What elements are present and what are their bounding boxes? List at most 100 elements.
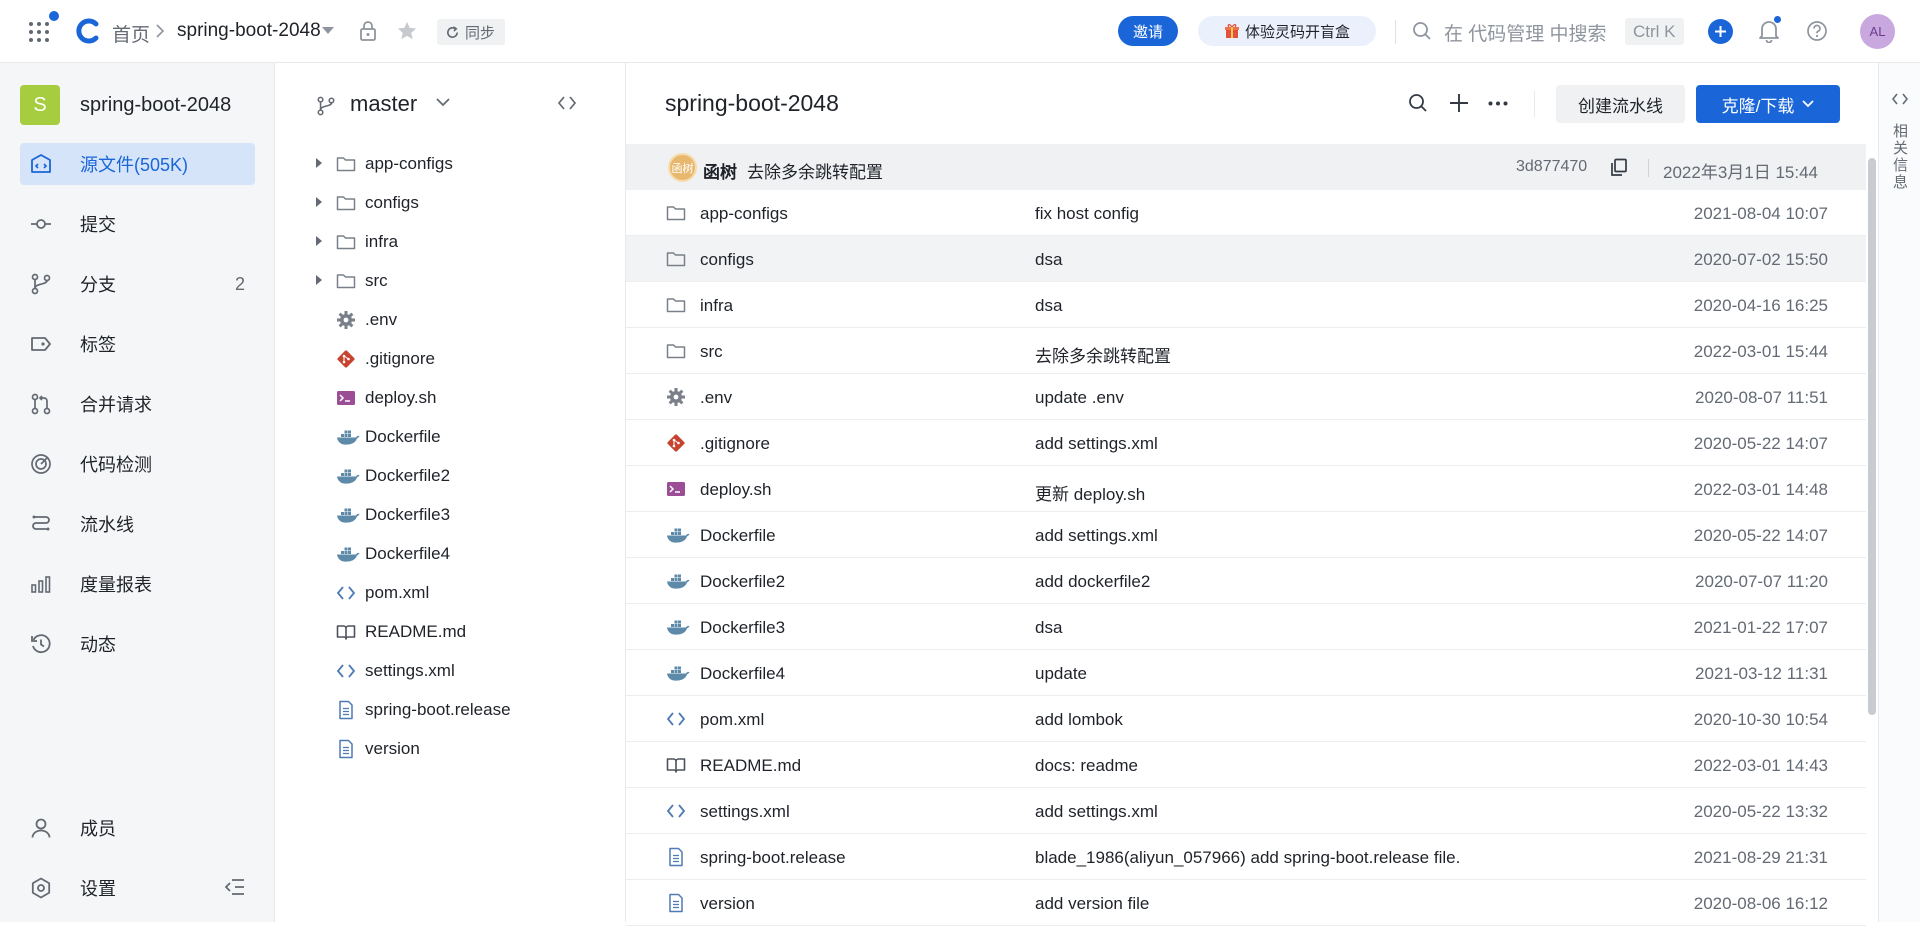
tree-item[interactable]: version [276, 729, 625, 768]
breadcrumb-repo[interactable]: spring-boot-2048 [177, 20, 321, 42]
file-commit-message[interactable]: add settings.xml [1035, 802, 1158, 822]
tree-item[interactable]: configs [276, 183, 625, 222]
file-search-icon[interactable] [1408, 93, 1428, 113]
invite-button[interactable]: 邀请 [1118, 16, 1178, 46]
tree-item[interactable]: settings.xml [276, 651, 625, 690]
scrollbar-thumb[interactable] [1868, 158, 1876, 715]
collapse-sidebar-icon[interactable] [225, 878, 245, 896]
apps-grid-icon[interactable] [28, 21, 50, 43]
code-brackets-icon[interactable] [1892, 93, 1908, 105]
tree-item[interactable]: .env [276, 300, 625, 339]
sidebar-item-source-files[interactable]: 源文件(505K) [20, 143, 255, 185]
tree-item[interactable]: src [276, 261, 625, 300]
help-icon[interactable] [1806, 20, 1828, 42]
file-commit-message[interactable]: dsa [1035, 618, 1062, 638]
breadcrumb-home[interactable]: 首页 [112, 20, 150, 47]
table-row[interactable]: src 去除多余跳转配置 2022-03-01 15:44 [626, 328, 1866, 374]
tree-item[interactable]: Dockerfile4 [276, 534, 625, 573]
tree-item[interactable]: pom.xml [276, 573, 625, 612]
sidebar-item-commits[interactable]: 提交 [20, 203, 255, 245]
file-name[interactable]: version [700, 894, 755, 914]
sidebar-item-code-scan[interactable]: 代码检测 [20, 443, 255, 485]
branch-selector[interactable]: master [350, 91, 417, 117]
table-row[interactable]: Dockerfile3 dsa 2021-01-22 17:07 [626, 604, 1866, 650]
file-commit-message[interactable]: add lombok [1035, 710, 1123, 730]
file-commit-message[interactable]: update .env [1035, 388, 1124, 408]
file-commit-message[interactable]: 去除多余跳转配置 [1035, 342, 1171, 367]
promo-button[interactable]: 体验灵码开盲盒 [1198, 16, 1376, 46]
sync-button[interactable]: 同步 [437, 19, 506, 45]
commit-message[interactable]: 去除多余跳转配置 [747, 158, 883, 183]
tree-item[interactable]: app-configs [276, 144, 625, 183]
tree-item[interactable]: deploy.sh [276, 378, 625, 417]
file-commit-message[interactable]: add settings.xml [1035, 434, 1158, 454]
file-name[interactable]: spring-boot.release [700, 848, 846, 868]
file-name[interactable]: pom.xml [700, 710, 764, 730]
sidebar-item-settings[interactable]: 设置 [20, 867, 255, 909]
table-row[interactable]: Dockerfile4 update 2021-03-12 11:31 [626, 650, 1866, 696]
table-row[interactable]: app-configs fix host config 2021-08-04 10:… [626, 190, 1866, 236]
file-name[interactable]: Dockerfile4 [700, 664, 785, 684]
file-commit-message[interactable]: 更新 deploy.sh [1035, 480, 1145, 505]
table-row[interactable]: .env update .env 2020-08-07 11:51 [626, 374, 1866, 420]
sidebar-item-members[interactable]: 成员 [20, 807, 255, 849]
file-name[interactable]: app-configs [700, 204, 788, 224]
clone-download-button[interactable]: 克隆/下载 [1696, 85, 1840, 123]
sidebar-item-pipeline[interactable]: 流水线 [20, 503, 255, 545]
expand-arrow-icon[interactable] [316, 197, 322, 207]
chevron-down-icon[interactable] [436, 98, 450, 107]
table-row[interactable]: infra dsa 2020-04-16 16:25 [626, 282, 1866, 328]
table-row[interactable]: pom.xml add lombok 2020-10-30 10:54 [626, 696, 1866, 742]
file-name[interactable]: src [700, 342, 723, 362]
tree-item[interactable]: README.md [276, 612, 625, 651]
file-commit-message[interactable]: dsa [1035, 250, 1062, 270]
sidebar-item-tags[interactable]: 标签 [20, 323, 255, 365]
table-row[interactable]: spring-boot.release blade_1986(aliyun_057… [626, 834, 1866, 880]
sidebar-item-metrics[interactable]: 度量报表 [20, 563, 255, 605]
file-name[interactable]: .env [700, 388, 732, 408]
star-icon[interactable] [396, 20, 418, 42]
tree-item[interactable]: spring-boot.release [276, 690, 625, 729]
sidebar-item-merge-requests[interactable]: 合并请求 [20, 383, 255, 425]
tree-item[interactable]: Dockerfile3 [276, 495, 625, 534]
sidebar-item-activity[interactable]: 动态 [20, 623, 255, 665]
tree-item[interactable]: infra [276, 222, 625, 261]
file-name[interactable]: Dockerfile2 [700, 572, 785, 592]
create-pipeline-button[interactable]: 创建流水线 [1556, 85, 1685, 123]
table-row[interactable]: Dockerfile add settings.xml 2020-05-22 14:… [626, 512, 1866, 558]
file-commit-message[interactable]: add settings.xml [1035, 526, 1158, 546]
add-file-icon[interactable] [1448, 92, 1470, 114]
codeup-logo-icon[interactable] [76, 18, 102, 44]
lock-icon[interactable] [358, 20, 378, 42]
tree-item[interactable]: Dockerfile [276, 417, 625, 456]
copy-icon[interactable] [1610, 158, 1628, 177]
expand-arrow-icon[interactable] [316, 158, 322, 168]
table-row[interactable]: version add version file 2020-08-06 16:12 [626, 880, 1866, 926]
tree-item[interactable]: Dockerfile2 [276, 456, 625, 495]
create-plus-icon[interactable] [1708, 19, 1733, 44]
table-row[interactable]: deploy.sh 更新 deploy.sh 2022-03-01 14:48 [626, 466, 1866, 512]
file-name[interactable]: Dockerfile3 [700, 618, 785, 638]
global-search-input[interactable]: 在 代码管理 中搜索 [1444, 19, 1607, 46]
file-commit-message[interactable]: add dockerfile2 [1035, 572, 1150, 592]
more-options-icon[interactable] [1488, 101, 1508, 106]
file-commit-message[interactable]: update [1035, 664, 1087, 684]
table-row[interactable]: .gitignore add settings.xml 2020-05-22 14:… [626, 420, 1866, 466]
table-row[interactable]: Dockerfile2 add dockerfile2 2020-07-07 11:… [626, 558, 1866, 604]
table-row[interactable]: configs dsa 2020-07-02 15:50 [626, 236, 1866, 282]
project-header[interactable]: S spring-boot-2048 [20, 85, 231, 125]
file-name[interactable]: infra [700, 296, 733, 316]
related-info-label[interactable]: 相关信息 [1890, 123, 1910, 191]
repo-switch-caret-icon[interactable] [322, 27, 334, 35]
commit-hash[interactable]: 3d877470 [1516, 158, 1587, 176]
tree-item[interactable]: .gitignore [276, 339, 625, 378]
file-name[interactable]: Dockerfile [700, 526, 776, 546]
file-commit-message[interactable]: fix host config [1035, 204, 1139, 224]
user-avatar[interactable]: AL [1860, 14, 1895, 49]
file-commit-message[interactable]: add version file [1035, 894, 1149, 914]
file-commit-message[interactable]: blade_1986(aliyun_057966) add spring-boo… [1035, 848, 1460, 868]
expand-arrow-icon[interactable] [316, 275, 322, 285]
collapse-tree-icon[interactable] [558, 96, 576, 110]
sidebar-item-branches[interactable]: 分支 2 [20, 263, 255, 305]
table-row[interactable]: settings.xml add settings.xml 2020-05-22 1… [626, 788, 1866, 834]
